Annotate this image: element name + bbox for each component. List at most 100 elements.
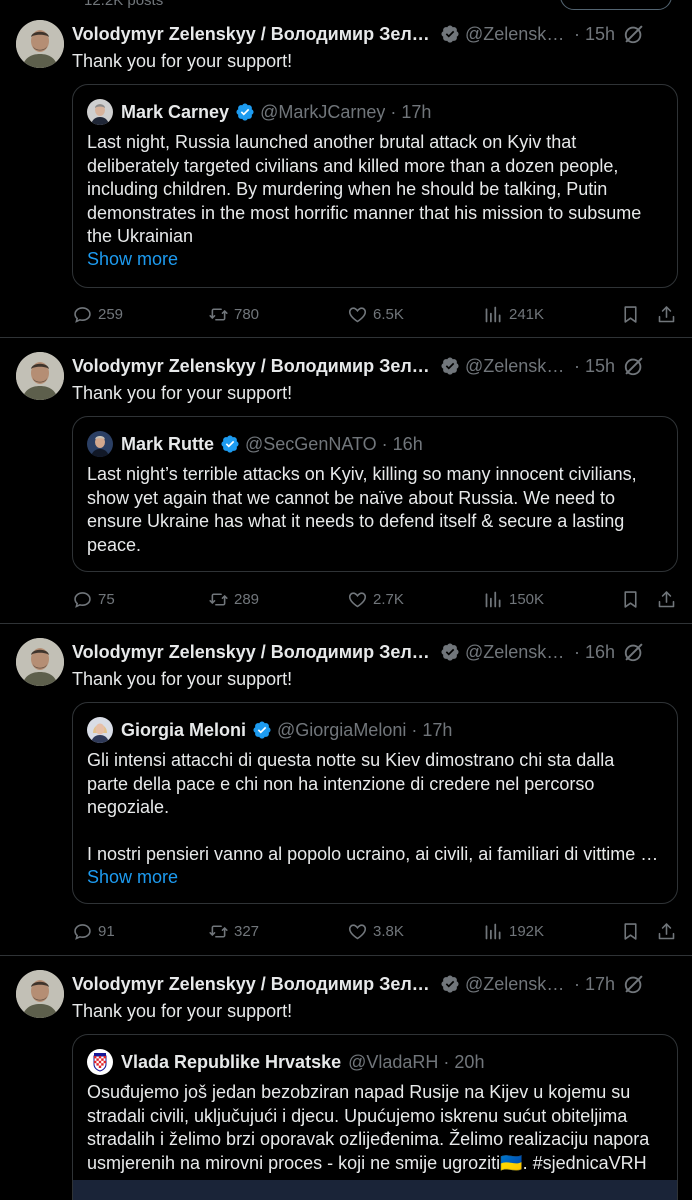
share-icon bbox=[656, 589, 677, 610]
tweet[interactable]: Volodymyr Zelenskyy / Володимир Зеле… @Z… bbox=[0, 20, 692, 338]
bookmark-button[interactable] bbox=[620, 919, 641, 943]
view-count: 192K bbox=[509, 922, 545, 940]
views-icon bbox=[483, 304, 504, 325]
like-button[interactable]: 6.5K bbox=[347, 302, 404, 326]
quote-line: the Ukrainian bbox=[87, 226, 194, 246]
separator-dot: · bbox=[381, 433, 388, 454]
repost-icon bbox=[208, 921, 229, 942]
avatar[interactable] bbox=[16, 638, 64, 686]
separator-dot: · bbox=[574, 973, 580, 994]
bookmark-button[interactable] bbox=[620, 587, 641, 611]
show-more-link[interactable]: Show more bbox=[87, 867, 178, 888]
quote-text: Last night’s terrible attacks on Kyiv, k… bbox=[87, 463, 667, 557]
like-button[interactable]: 2.7K bbox=[347, 587, 404, 611]
timestamp[interactable]: 16h bbox=[585, 642, 615, 663]
quoted-tweet[interactable]: Mark Rutte @SecGenNATO · 16h Last night’… bbox=[72, 416, 678, 572]
quoted-tweet[interactable]: Giorgia Meloni @GiorgiaMeloni · 17h Gli … bbox=[72, 702, 678, 904]
quote-line: demonstrates in the most horrific manner… bbox=[87, 202, 642, 223]
share-button[interactable] bbox=[656, 919, 677, 943]
author-name[interactable]: Volodymyr Zelenskyy / Володимир Зеле… bbox=[72, 974, 434, 995]
author-handle[interactable]: @Zelensky… bbox=[465, 974, 569, 995]
grok-icon[interactable] bbox=[623, 355, 645, 377]
verified-badge-icon bbox=[440, 974, 460, 994]
author-name[interactable]: Volodymyr Zelenskyy / Володимир Зеле… bbox=[72, 24, 434, 45]
reply-button[interactable]: 75 bbox=[72, 587, 115, 611]
reply-button[interactable]: 259 bbox=[72, 302, 123, 326]
quoted-tweet[interactable]: Mark Carney @MarkJCarney · 17h Last nigh… bbox=[72, 84, 678, 288]
posts-count: 12.2K posts bbox=[84, 0, 164, 9]
verified-badge-icon bbox=[252, 720, 272, 740]
grok-icon[interactable] bbox=[623, 23, 645, 45]
follow-button[interactable] bbox=[560, 0, 672, 10]
quote-header: Vlada Republike Hrvatske @VladaRH · 20h bbox=[87, 1049, 484, 1075]
quote-line: show yet again that we cannot be naïve a… bbox=[87, 487, 616, 508]
quote-line: deliberately targeted civilians and kill… bbox=[87, 155, 619, 176]
share-icon bbox=[656, 921, 677, 942]
grok-icon[interactable] bbox=[623, 641, 645, 663]
separator-dot: · bbox=[574, 23, 580, 44]
repost-button[interactable]: 327 bbox=[208, 919, 259, 943]
tweet[interactable]: Volodymyr Zelenskyy / Володимир Зеле… @Z… bbox=[0, 352, 692, 624]
quote-avatar bbox=[87, 1049, 113, 1075]
repost-count: 289 bbox=[234, 590, 260, 608]
quote-author-name: Mark Rutte bbox=[121, 433, 215, 454]
verified-badge-icon bbox=[440, 24, 460, 44]
heart-icon bbox=[347, 921, 368, 942]
tweet-actions: 75 289 2.7K 150K bbox=[72, 587, 678, 611]
tweet[interactable]: Volodymyr Zelenskyy / Володимир Зеле… @Z… bbox=[0, 970, 692, 1200]
quote-text: Osuđujemo još jedan bezobziran napad Rus… bbox=[87, 1081, 667, 1175]
tweet-header: Volodymyr Zelenskyy / Володимир Зеле… @Z… bbox=[72, 972, 676, 996]
reply-button[interactable]: 91 bbox=[72, 919, 115, 943]
avatar[interactable] bbox=[16, 20, 64, 68]
tweet[interactable]: Volodymyr Zelenskyy / Володимир Зеле… @Z… bbox=[0, 638, 692, 956]
like-button[interactable]: 3.8K bbox=[347, 919, 404, 943]
author-handle[interactable]: @Zelensky… bbox=[465, 356, 569, 377]
quote-timestamp: 17h bbox=[401, 101, 432, 122]
author-name[interactable]: Volodymyr Zelenskyy / Володимир Зеле… bbox=[72, 642, 434, 663]
repost-icon bbox=[208, 589, 229, 610]
author-handle[interactable]: @Zelensky… bbox=[465, 642, 569, 663]
views-button[interactable]: 241K bbox=[483, 302, 544, 326]
quote-author-handle: @VladaRH bbox=[348, 1051, 439, 1072]
author-handle[interactable]: @Zelensky… bbox=[465, 24, 569, 45]
repost-button[interactable]: 780 bbox=[208, 302, 259, 326]
bookmark-button[interactable] bbox=[620, 302, 641, 326]
share-button[interactable] bbox=[656, 587, 677, 611]
quote-line: negoziale. bbox=[87, 797, 170, 817]
quote-header: Mark Rutte @SecGenNATO · 16h bbox=[87, 431, 423, 457]
avatar[interactable] bbox=[16, 970, 64, 1018]
repost-count: 327 bbox=[234, 922, 260, 940]
repost-icon bbox=[208, 304, 229, 325]
repost-button[interactable]: 289 bbox=[208, 587, 259, 611]
like-count: 2.7K bbox=[373, 590, 404, 608]
reply-icon bbox=[72, 304, 93, 325]
quote-line: including children. By murdering when he… bbox=[87, 179, 608, 199]
bookmark-icon bbox=[620, 304, 641, 325]
timestamp[interactable]: 15h bbox=[585, 24, 615, 45]
view-count: 241K bbox=[509, 305, 545, 323]
quoted-tweet[interactable]: Vlada Republike Hrvatske @VladaRH · 20h … bbox=[72, 1034, 678, 1200]
timestamp[interactable]: 17h bbox=[585, 974, 615, 995]
verified-badge-icon bbox=[235, 102, 255, 122]
share-button[interactable] bbox=[656, 302, 677, 326]
quote-line: ensure Ukraine has what it needs to defe… bbox=[87, 511, 625, 531]
quote-line: I nostri pensieri vanno al popolo ucrain… bbox=[87, 844, 659, 864]
grok-icon[interactable] bbox=[623, 973, 645, 995]
share-icon bbox=[656, 304, 677, 325]
quote-line: stradali civili, uključujući i djecu. Up… bbox=[87, 1105, 628, 1126]
quote-timestamp: 16h bbox=[392, 433, 423, 454]
separator-dot: · bbox=[390, 101, 397, 122]
timestamp[interactable]: 15h bbox=[585, 356, 615, 377]
quote-media-preview[interactable] bbox=[73, 1180, 677, 1200]
views-button[interactable]: 192K bbox=[483, 919, 544, 943]
separator-dot: · bbox=[574, 641, 580, 662]
bookmark-icon bbox=[620, 921, 641, 942]
show-more-link[interactable]: Show more bbox=[87, 249, 178, 270]
avatar[interactable] bbox=[16, 352, 64, 400]
heart-icon bbox=[347, 589, 368, 610]
author-name[interactable]: Volodymyr Zelenskyy / Володимир Зеле… bbox=[72, 356, 434, 377]
views-icon bbox=[483, 921, 504, 942]
view-count: 150K bbox=[509, 590, 545, 608]
reply-count: 75 bbox=[98, 590, 115, 608]
views-button[interactable]: 150K bbox=[483, 587, 544, 611]
